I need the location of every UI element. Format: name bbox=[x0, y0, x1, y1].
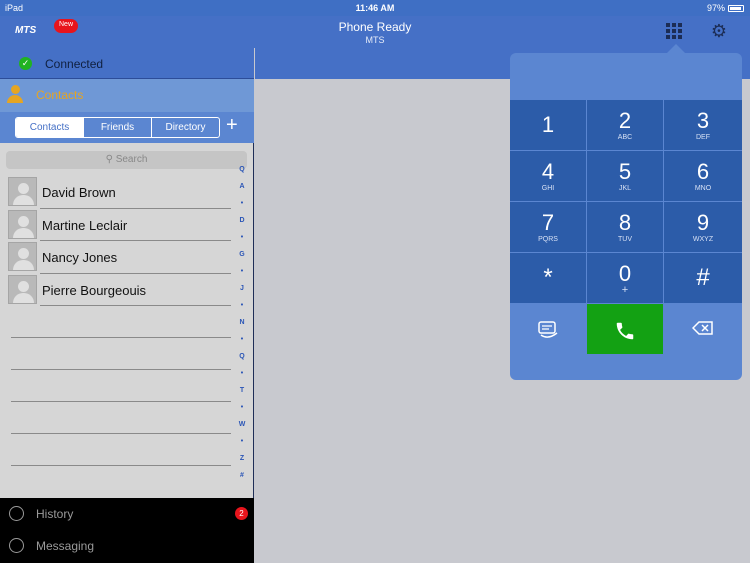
key-3[interactable]: 3 DEF bbox=[664, 100, 742, 151]
tab-friends[interactable]: Friends bbox=[84, 118, 152, 137]
section-index[interactable]: Q A • D • G • J • N • Q • T • W • Z # bbox=[235, 161, 249, 484]
index-item[interactable]: W bbox=[235, 416, 249, 433]
index-item[interactable]: Q bbox=[235, 348, 249, 365]
contact-list: David Brown Martine Leclair Nancy Jones … bbox=[0, 176, 234, 306]
index-item[interactable]: • bbox=[235, 229, 249, 246]
index-item[interactable]: • bbox=[235, 365, 249, 382]
call-button[interactable] bbox=[587, 304, 664, 355]
empty-row-divider bbox=[11, 433, 231, 434]
key-7[interactable]: 7 PQRS bbox=[510, 202, 587, 253]
empty-row-divider bbox=[11, 401, 231, 402]
index-item[interactable]: D bbox=[235, 212, 249, 229]
key-2[interactable]: 2 ABC bbox=[587, 100, 664, 151]
popover-arrow bbox=[667, 44, 685, 53]
status-time: 11:46 AM bbox=[355, 3, 395, 13]
nav-label: History bbox=[36, 507, 74, 521]
contact-name: Pierre Bourgeouis bbox=[42, 282, 147, 298]
segmented-control: Contacts Friends Directory bbox=[15, 117, 220, 138]
status-bar: iPad 11:46 AM 97% bbox=[0, 0, 750, 16]
contacts-header: Contacts bbox=[0, 79, 254, 112]
page-title: Phone Ready bbox=[338, 20, 412, 34]
search-placeholder: Search bbox=[115, 154, 148, 165]
empty-row-divider bbox=[11, 369, 231, 370]
key-5[interactable]: 5 JKL bbox=[587, 151, 664, 202]
empty-row-divider bbox=[11, 337, 231, 338]
key-star[interactable]: * bbox=[510, 253, 587, 304]
key-8[interactable]: 8 TUV bbox=[587, 202, 664, 253]
list-item[interactable]: David Brown bbox=[0, 176, 234, 209]
dial-pad: 1 2 ABC 3 DEF 4 GHI 5 JKL 6 MNO 7 PQRS 8 TUV 9W… bbox=[510, 100, 742, 355]
index-item[interactable]: • bbox=[235, 297, 249, 314]
index-item[interactable]: Q bbox=[235, 161, 249, 178]
voicemail-icon bbox=[538, 321, 558, 338]
key-6[interactable]: 6 MNO bbox=[664, 151, 742, 202]
backspace-icon bbox=[692, 321, 713, 335]
key-1[interactable]: 1 bbox=[510, 100, 587, 151]
index-item[interactable]: J bbox=[235, 280, 249, 297]
index-item[interactable]: N bbox=[235, 314, 249, 331]
index-item[interactable]: • bbox=[235, 263, 249, 280]
backspace-button[interactable] bbox=[664, 304, 742, 355]
bottom-nav: History 2 Messaging bbox=[0, 498, 254, 563]
key-0[interactable]: 0 + bbox=[587, 253, 664, 304]
search-input[interactable]: ⚲ Search bbox=[6, 151, 247, 169]
voicemail-button[interactable] bbox=[510, 304, 587, 355]
contact-name: Nancy Jones bbox=[42, 250, 118, 265]
index-item[interactable]: A bbox=[235, 178, 249, 195]
nav-item-messaging[interactable]: Messaging bbox=[0, 530, 254, 562]
contact-name: David Brown bbox=[42, 185, 116, 200]
index-item[interactable]: # bbox=[235, 467, 249, 484]
left-panel: ✓ Connected Contacts Contacts Friends Di… bbox=[0, 48, 254, 563]
index-item[interactable]: • bbox=[235, 195, 249, 212]
keypad-toggle-icon[interactable] bbox=[666, 23, 682, 39]
battery-percent: 97% bbox=[706, 3, 725, 13]
nav-item-history[interactable]: History 2 bbox=[0, 498, 254, 530]
avatar bbox=[8, 242, 37, 271]
contact-name: Martine Leclair bbox=[42, 217, 128, 233]
chat-bubble-icon bbox=[9, 538, 24, 553]
avatar bbox=[8, 209, 37, 239]
app-header: MTS New Phone Ready MTS ⚙ bbox=[0, 16, 750, 48]
clock-icon bbox=[9, 506, 24, 521]
connection-label: Connected bbox=[45, 57, 104, 71]
history-badge: 2 bbox=[235, 507, 248, 520]
tab-contacts[interactable]: Contacts bbox=[16, 118, 84, 137]
add-contact-button[interactable]: + bbox=[226, 114, 238, 136]
avatar bbox=[8, 274, 37, 304]
key-9[interactable]: 9 WXYZ bbox=[664, 202, 742, 253]
empty-row-divider bbox=[11, 465, 231, 466]
index-item[interactable]: • bbox=[235, 433, 249, 450]
battery-status: 97% bbox=[707, 3, 744, 13]
nav-label: Messaging bbox=[36, 539, 95, 553]
tab-directory[interactable]: Directory bbox=[152, 118, 219, 137]
index-item[interactable]: • bbox=[235, 399, 249, 416]
index-item[interactable]: Z bbox=[235, 450, 249, 467]
key-4[interactable]: 4 GHI bbox=[510, 151, 587, 202]
person-icon bbox=[7, 85, 23, 103]
index-item[interactable]: T bbox=[235, 382, 249, 399]
check-icon: ✓ bbox=[19, 57, 32, 70]
gear-icon[interactable]: ⚙ bbox=[709, 21, 729, 41]
contacts-tab-bar: Contacts Friends Directory + bbox=[0, 112, 254, 143]
connection-status: ✓ Connected bbox=[0, 48, 254, 79]
avatar bbox=[8, 177, 37, 206]
index-item[interactable]: G bbox=[235, 246, 249, 263]
key-hash[interactable]: # bbox=[664, 253, 742, 304]
index-item[interactable]: • bbox=[235, 331, 249, 348]
search-icon: ⚲ bbox=[105, 154, 113, 165]
keypad-popover: 1 2 ABC 3 DEF 4 GHI 5 JKL 6 MNO 7 PQRS 8 TUV 9W… bbox=[510, 53, 742, 380]
list-item[interactable]: Nancy Jones bbox=[0, 241, 234, 274]
page-subtitle: MTS bbox=[365, 35, 385, 45]
contacts-label: Contacts bbox=[36, 88, 84, 102]
list-item[interactable]: Martine Leclair bbox=[0, 209, 234, 241]
battery-icon bbox=[728, 4, 744, 12]
list-item[interactable]: Pierre Bourgeouis bbox=[0, 274, 234, 306]
phone-icon bbox=[616, 322, 634, 340]
